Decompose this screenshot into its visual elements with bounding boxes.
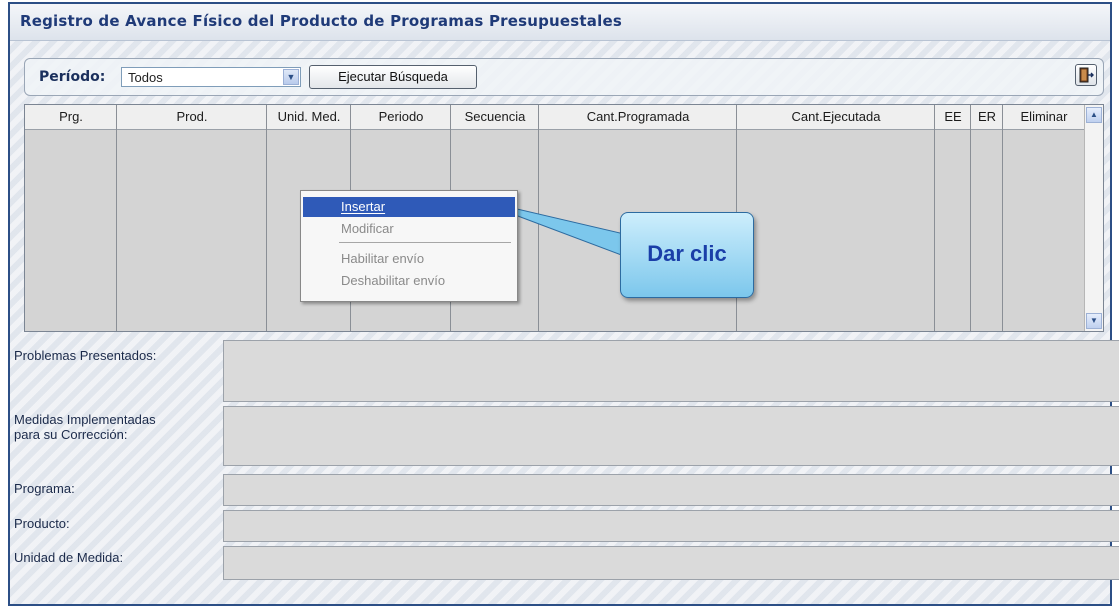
menu-item-deshabilitar-label: Deshabilitar envío [341, 273, 446, 288]
col-header-ee[interactable]: EE [935, 109, 971, 124]
periodo-select-value: Todos [128, 70, 163, 85]
col-header-unid-med[interactable]: Unid. Med. [267, 109, 351, 124]
unidad-label: Unidad de Medida: [14, 550, 124, 565]
medidas-label-line2: para su Corrección: [14, 427, 128, 442]
scroll-up-icon[interactable]: ▲ [1086, 107, 1102, 123]
window-title: Registro de Avance Físico del Producto d… [20, 12, 622, 30]
medidas-label-line1: Medidas Implementadas [14, 412, 156, 427]
unidad-field[interactable] [223, 546, 1119, 580]
medidas-field[interactable] [223, 406, 1119, 466]
col-header-periodo[interactable]: Periodo [351, 109, 451, 124]
context-menu: Insertar Modificar Habilitar envío Desha… [300, 190, 518, 302]
title-bar: Registro de Avance Físico del Producto d… [10, 4, 1110, 41]
periodo-select[interactable]: Todos ▼ [121, 67, 301, 87]
dar-clic-callout: Dar clic [620, 212, 754, 298]
main-window: Registro de Avance Físico del Producto d… [8, 2, 1119, 606]
menu-item-insertar[interactable]: Insertar [303, 197, 515, 217]
producto-label: Producto: [14, 516, 70, 531]
menu-separator [339, 242, 511, 243]
col-header-cant-programada[interactable]: Cant.Programada [539, 109, 737, 124]
programa-field[interactable] [223, 474, 1119, 506]
menu-item-modificar-label: Modificar [341, 221, 394, 236]
col-header-secuencia[interactable]: Secuencia [451, 109, 539, 124]
periodo-label: Período: [39, 69, 106, 85]
col-header-prg[interactable]: Prg. [25, 109, 117, 124]
scroll-down-icon[interactable]: ▼ [1086, 313, 1102, 329]
col-header-eliminar[interactable]: Eliminar [1003, 109, 1085, 124]
results-grid[interactable]: Prg. Prod. Unid. Med. Periodo Secuencia … [24, 104, 1104, 332]
menu-item-modificar[interactable]: Modificar [303, 219, 515, 239]
menu-item-insertar-label: Insertar [341, 199, 386, 214]
menu-item-deshabilitar-envio[interactable]: Deshabilitar envío [303, 271, 515, 291]
chevron-down-icon[interactable]: ▼ [283, 69, 299, 85]
search-toolbar: Período: Todos ▼ Ejecutar Búsqueda [24, 58, 1104, 96]
programa-label: Programa: [14, 481, 75, 496]
col-header-er[interactable]: ER [971, 109, 1003, 124]
ejecutar-busqueda-label: Ejecutar Búsqueda [338, 69, 448, 84]
col-header-cant-ejecutada[interactable]: Cant.Ejecutada [737, 109, 935, 124]
producto-field[interactable] [223, 510, 1119, 542]
callout-text: Dar clic [647, 241, 727, 266]
grid-scrollbar[interactable]: ▲ ▼ [1084, 105, 1103, 331]
col-header-prod[interactable]: Prod. [117, 109, 267, 124]
menu-item-habilitar-label: Habilitar envío [341, 251, 425, 266]
menu-item-habilitar-envio[interactable]: Habilitar envío [303, 249, 515, 269]
problemas-field[interactable] [223, 340, 1119, 402]
problemas-label: Problemas Presentados: [14, 348, 157, 363]
exit-door-icon[interactable] [1075, 64, 1097, 86]
ejecutar-busqueda-button[interactable]: Ejecutar Búsqueda [309, 65, 477, 89]
